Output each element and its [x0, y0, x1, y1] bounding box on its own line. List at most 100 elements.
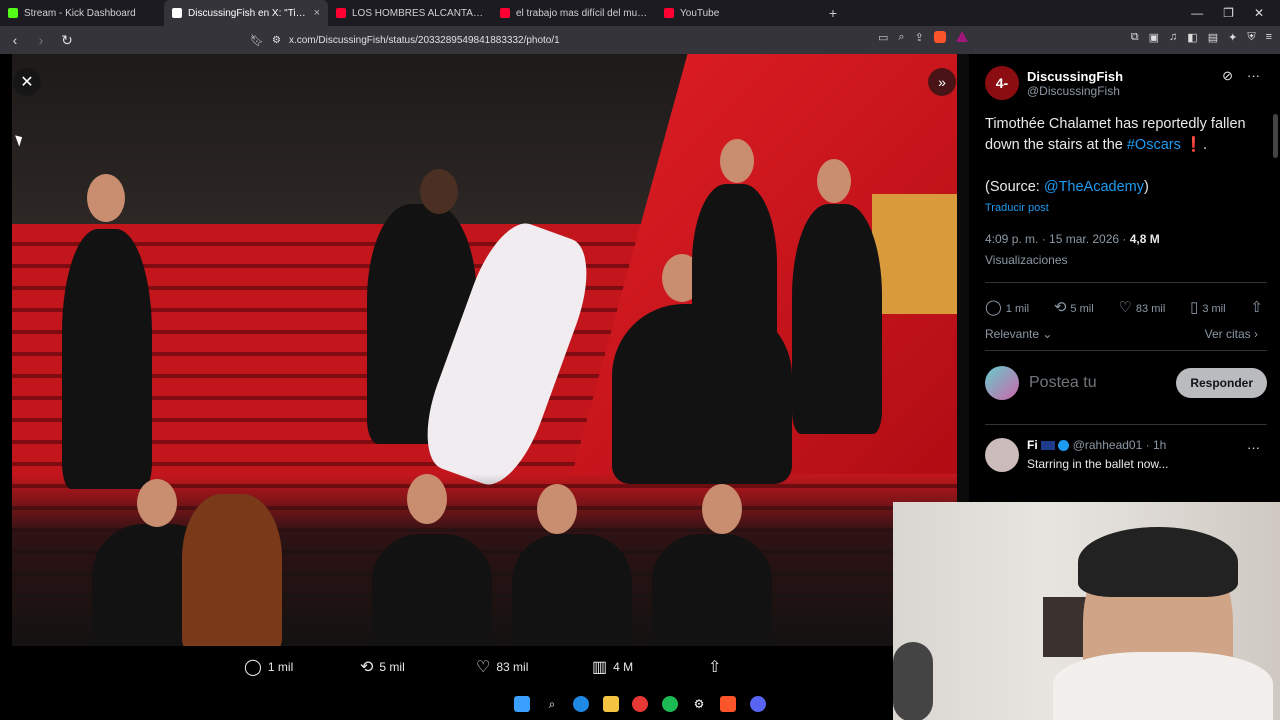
restore-icon[interactable]: ❐ — [1223, 6, 1234, 20]
author-avatar[interactable]: 4- — [985, 66, 1019, 100]
photo-person — [692, 184, 777, 384]
sort-label: Relevante — [985, 327, 1040, 341]
reply-button[interactable]: Responder — [1176, 368, 1267, 398]
translate-post-link[interactable]: Traducir post — [985, 202, 1049, 214]
tab-hombres-alcantarilla[interactable]: LOS HOMBRES ALCANTARILLA: el tra — [328, 0, 492, 26]
views-action[interactable]: ▥ 4 M — [592, 657, 633, 677]
reload-icon[interactable]: ↻ — [60, 32, 74, 49]
more-options-icon[interactable]: ··· — [1247, 68, 1260, 84]
repost-action[interactable]: ⟲ 5 mil — [360, 657, 405, 677]
forward-icon[interactable]: › — [34, 32, 48, 48]
photo-person-head — [407, 474, 447, 524]
discord-icon[interactable] — [750, 696, 766, 712]
comment-text: Starring in the ballet now... — [1027, 457, 1169, 471]
sidebar-icon[interactable]: ◧ — [1187, 31, 1197, 44]
commenter-avatar[interactable] — [985, 438, 1019, 472]
hashtag-link[interactable]: #Oscars — [1127, 137, 1181, 153]
commenter-handle[interactable]: @rahhead01 — [1073, 438, 1143, 452]
leo-ai-icon[interactable]: ✦ — [1228, 31, 1237, 44]
brave-icon[interactable] — [720, 696, 736, 712]
heart-icon: ♡ — [1118, 299, 1132, 316]
share-action[interactable]: ⇧ — [708, 657, 721, 677]
share-stat[interactable]: ⇧ — [1250, 298, 1267, 316]
reply-icon: ◯ — [244, 659, 262, 676]
reply-stat-count: 1 mil — [1005, 303, 1030, 315]
tab-close-icon[interactable]: × — [314, 7, 320, 19]
extensions-icon[interactable]: ⧉ — [1131, 31, 1139, 44]
tab-trabajo-dificil[interactable]: el trabajo mas difícil del mundo - You — [492, 0, 656, 26]
tab-youtube[interactable]: YouTube — [656, 0, 820, 26]
author-name[interactable]: DiscussingFish — [1027, 69, 1123, 84]
post-stats: ◯ 1 mil ⟲ 5 mil ♡ 83 mil ▯ 3 mil ⇧ — [985, 298, 1267, 316]
photo-person-head — [420, 169, 458, 214]
bookmark-icon: ▯ — [1190, 299, 1199, 316]
photo-person-head — [87, 174, 125, 222]
double-chevron-right-icon: » — [938, 74, 946, 90]
chrome-icon[interactable] — [632, 696, 648, 712]
like-count: 83 mil — [496, 660, 529, 674]
search-icon[interactable]: ⌕ — [544, 696, 560, 712]
analytics-icon: ▥ — [592, 659, 608, 676]
vpn-icon[interactable]: ⛨ — [1247, 31, 1255, 44]
like-stat[interactable]: ♡ 83 mil — [1118, 298, 1165, 316]
mention-link[interactable]: @TheAcademy — [1044, 179, 1144, 195]
file-explorer-icon[interactable] — [603, 696, 619, 712]
windows-start-icon[interactable] — [514, 696, 530, 712]
media-icon[interactable]: ♫ — [1169, 31, 1177, 44]
like-stat-count: 83 mil — [1135, 303, 1166, 315]
expand-sidebar-button[interactable]: » — [928, 68, 956, 96]
tab-bar: Stream - Kick Dashboard DiscussingFish e… — [0, 0, 1280, 26]
screenshot-icon[interactable]: ▣ — [1149, 31, 1159, 44]
comment-more-icon[interactable]: ··· — [1247, 440, 1260, 455]
post-author[interactable]: 4- DiscussingFish @DiscussingFish — [985, 66, 1123, 100]
verified-badge-icon — [1058, 440, 1070, 452]
share-icon[interactable]: ⇪ — [915, 31, 924, 44]
minimize-icon[interactable]: — — [1191, 6, 1203, 20]
reply-icon: ◯ — [985, 299, 1002, 316]
spotify-icon[interactable] — [662, 696, 678, 712]
edge-icon[interactable] — [573, 696, 589, 712]
back-icon[interactable]: ‹ — [8, 32, 22, 48]
author-handle[interactable]: @DiscussingFish — [1027, 84, 1123, 98]
bookmark-stat[interactable]: ▯ 3 mil — [1190, 298, 1226, 316]
view-quotes-link[interactable]: Ver citas › — [1205, 327, 1258, 341]
reply-action[interactable]: ◯ 1 mil — [244, 657, 293, 677]
bookmark-icon[interactable]: 🔖︎ — [250, 34, 264, 47]
sort-dropdown[interactable]: Relevante ⌄ — [985, 327, 1052, 341]
repost-icon: ⟲ — [360, 659, 374, 676]
reply-composer: Postea tu Responder — [985, 366, 1267, 400]
photo-person-head — [720, 139, 754, 183]
like-action[interactable]: ♡ 83 mil — [476, 657, 528, 677]
menu-icon[interactable]: ≡ — [1266, 31, 1272, 44]
post-text-end: ❗. — [1180, 137, 1207, 153]
eu-flag-icon — [1041, 441, 1056, 451]
brave-shields-icon[interactable] — [933, 31, 946, 43]
zoom-icon[interactable]: ⌕ — [898, 31, 904, 44]
close-photo-button[interactable]: ✕ — [13, 68, 41, 96]
tab-discussingfish[interactable]: DiscussingFish en X: "Timothée × — [164, 0, 328, 26]
brave-rewards-icon[interactable] — [955, 31, 968, 42]
toolbar-icons: ⧉ ▣ ♫ ◧ ▤ ✦ ⛨ ≡ — [1131, 31, 1272, 44]
photo-person — [62, 229, 152, 489]
sidebar-scrollbar[interactable] — [1273, 114, 1278, 158]
user-avatar[interactable] — [985, 366, 1019, 400]
share-icon: ⇧ — [708, 659, 722, 676]
youtube-icon — [664, 8, 674, 18]
commenter-name[interactable]: Fi — [1027, 438, 1038, 452]
webcam-shirt — [1053, 652, 1273, 720]
site-info-icon[interactable]: ⚙︎ — [272, 35, 281, 46]
reader-mode-icon[interactable]: ▭ — [878, 31, 888, 44]
reply-stat[interactable]: ◯ 1 mil — [985, 298, 1029, 316]
settings-icon[interactable]: ⚙ — [691, 696, 707, 712]
repost-stat[interactable]: ⟲ 5 mil — [1054, 298, 1094, 316]
reply-input[interactable]: Postea tu — [1029, 374, 1166, 392]
photo-person — [182, 494, 282, 646]
new-tab-button[interactable]: + — [820, 5, 846, 21]
youtube-icon — [336, 8, 346, 18]
close-window-icon[interactable]: ✕ — [1254, 6, 1264, 20]
post-time: 4:09 p. m. · 15 mar. 2026 · — [985, 232, 1130, 246]
tab-kick[interactable]: Stream - Kick Dashboard — [0, 0, 164, 26]
reply-item[interactable]: Fi @rahhead01 · 1h Starring in the balle… — [985, 438, 1168, 472]
grok-icon[interactable]: ⊘ — [1222, 68, 1233, 84]
wallet-icon[interactable]: ▤ — [1208, 31, 1218, 44]
